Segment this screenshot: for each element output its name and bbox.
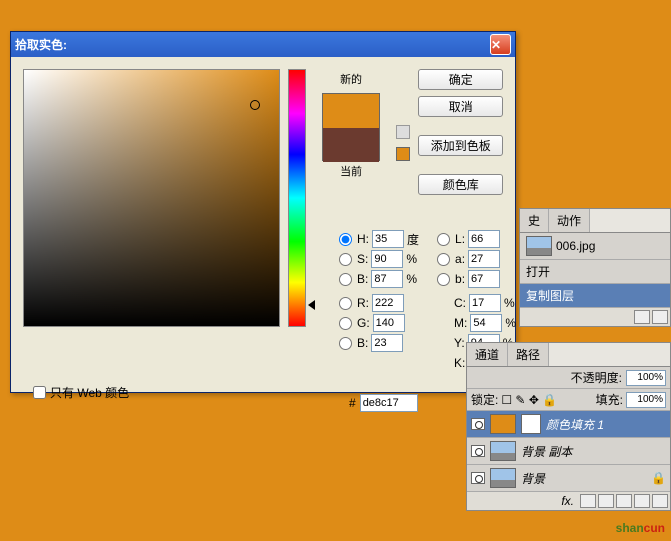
m-unit: %: [505, 316, 516, 330]
r-input[interactable]: [372, 294, 404, 312]
fx-icon[interactable]: fx.: [557, 494, 578, 508]
c-label: C:: [454, 296, 466, 310]
visibility-icon[interactable]: [471, 472, 485, 484]
color-library-button[interactable]: 颜色库: [418, 174, 503, 195]
bb-input[interactable]: [371, 334, 403, 352]
new-snapshot-icon[interactable]: [634, 310, 650, 324]
y-label: Y:: [454, 336, 465, 350]
picker-indicator: [250, 100, 260, 110]
cancel-button[interactable]: 取消: [418, 96, 503, 117]
l-radio[interactable]: [437, 233, 450, 246]
layer-thumb: [490, 414, 516, 434]
titlebar[interactable]: 拾取实色: ✕: [11, 32, 515, 57]
color-picker-dialog: 拾取实色: ✕ 新的 当前 确定 取消 添加到色板: [10, 31, 516, 393]
h-unit: 度: [407, 231, 419, 248]
web-only-checkbox[interactable]: [33, 386, 46, 399]
watermark: shancun: [616, 516, 665, 537]
s-unit: %: [406, 252, 417, 266]
hex-label: #: [349, 396, 356, 410]
history-doc[interactable]: 006.jpg: [520, 233, 670, 260]
adjustment-icon[interactable]: [616, 494, 632, 508]
h-radio[interactable]: [339, 233, 352, 246]
close-button[interactable]: ✕: [490, 34, 511, 55]
trash-icon[interactable]: [652, 494, 668, 508]
s-label: S:: [357, 252, 368, 266]
a-label: a:: [455, 252, 465, 266]
s-radio[interactable]: [339, 253, 352, 266]
g-label: G:: [357, 316, 370, 330]
history-item-duplicate[interactable]: 复制图层: [520, 284, 670, 308]
hue-arrow-icon: [308, 300, 315, 310]
c-unit: %: [504, 296, 515, 310]
s-input[interactable]: [371, 250, 403, 268]
history-item-open[interactable]: 打开: [520, 260, 670, 284]
tab-history[interactable]: 史: [520, 209, 549, 232]
opacity-label: 不透明度:: [571, 369, 622, 386]
close-icon: ✕: [491, 38, 510, 52]
color-field[interactable]: [23, 69, 280, 327]
layer-mask[interactable]: [521, 414, 541, 434]
folder-icon[interactable]: [598, 494, 614, 508]
doc-thumb: [526, 236, 552, 256]
c-input[interactable]: [469, 294, 501, 312]
l-input[interactable]: [468, 230, 500, 248]
layer-color-fill[interactable]: 颜色填充 1: [467, 411, 670, 438]
opacity-input[interactable]: [626, 370, 666, 386]
layer-bg-copy[interactable]: 背景 副本: [467, 438, 670, 465]
web-only-label: 只有 Web 颜色: [50, 384, 129, 401]
m-input[interactable]: [470, 314, 502, 332]
lock-icon: 🔒: [651, 471, 666, 485]
color-preview: [322, 93, 380, 161]
mask-icon[interactable]: [580, 494, 596, 508]
layers-panel: 通道 路径 不透明度: 锁定: ☐ ✎ ✥ 🔒 填充: 颜色填充 1 背景 副本…: [466, 342, 671, 511]
dialog-title: 拾取实色:: [15, 36, 490, 53]
hue-slider[interactable]: [288, 69, 306, 327]
h-input[interactable]: [372, 230, 404, 248]
r-label: R:: [357, 296, 369, 310]
add-swatch-button[interactable]: 添加到色板: [418, 135, 503, 156]
history-panel: 史 动作 006.jpg 打开 复制图层: [519, 208, 671, 327]
bb-radio[interactable]: [339, 337, 352, 350]
gamut-warning-icon[interactable]: [396, 125, 410, 139]
fill-label: 填充:: [596, 391, 623, 408]
ok-button[interactable]: 确定: [418, 69, 503, 90]
g-radio[interactable]: [339, 317, 352, 330]
bv-input[interactable]: [371, 270, 403, 288]
hex-input[interactable]: [360, 394, 418, 412]
a-radio[interactable]: [437, 253, 450, 266]
tab-actions[interactable]: 动作: [549, 209, 590, 232]
g-input[interactable]: [373, 314, 405, 332]
h-label: H:: [357, 232, 369, 246]
lock-icons[interactable]: ☐ ✎ ✥ 🔒: [501, 393, 557, 407]
tab-paths[interactable]: 路径: [508, 343, 549, 366]
new-label: 新的: [340, 71, 362, 87]
bv-unit: %: [406, 272, 417, 286]
current-color-swatch[interactable]: [323, 128, 379, 162]
tab-channels[interactable]: 通道: [467, 343, 508, 366]
b-radio[interactable]: [437, 273, 450, 286]
current-label: 当前: [340, 163, 362, 179]
visibility-icon[interactable]: [471, 418, 485, 430]
r-radio[interactable]: [339, 297, 352, 310]
visibility-icon[interactable]: [471, 445, 485, 457]
a-input[interactable]: [468, 250, 500, 268]
bv-label: B:: [357, 272, 368, 286]
websafe-swatch[interactable]: [396, 147, 410, 161]
k-label: K:: [454, 356, 465, 370]
bv-radio[interactable]: [339, 273, 352, 286]
new-color-swatch: [323, 94, 379, 128]
bb-label: B:: [357, 336, 368, 350]
b-input[interactable]: [468, 270, 500, 288]
layer-thumb: [490, 441, 516, 461]
b-label: b:: [455, 272, 465, 286]
lock-label: 锁定:: [471, 391, 498, 408]
fill-input[interactable]: [626, 392, 666, 408]
m-label: M:: [454, 316, 467, 330]
delete-icon[interactable]: [652, 310, 668, 324]
new-layer-icon[interactable]: [634, 494, 650, 508]
l-label: L:: [455, 232, 465, 246]
layer-thumb: [490, 468, 516, 488]
layer-bg[interactable]: 背景 🔒: [467, 465, 670, 492]
